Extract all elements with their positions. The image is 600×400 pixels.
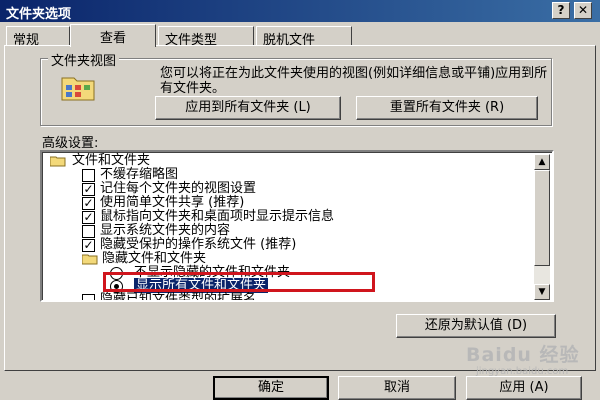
checkbox-no-thumbnail-cache[interactable]	[82, 169, 95, 182]
apply-button[interactable]: 应用 (A)	[466, 376, 582, 400]
checkbox-show-system-folders[interactable]	[82, 225, 95, 238]
reset-all-folders-button[interactable]: 重置所有文件夹 (R)	[356, 96, 538, 120]
window-title: 文件夹选项	[6, 7, 72, 22]
ok-button[interactable]: 确定	[213, 376, 329, 400]
tab-file-types[interactable]: 文件类型	[158, 26, 254, 48]
checkbox-remember-view[interactable]: ✓	[82, 183, 95, 196]
title-bar: 文件夹选项 ? ✕	[0, 0, 600, 22]
red-highlight-annotation	[103, 272, 375, 292]
list-item-label: 隐藏已知文件类型的扩展名	[100, 292, 257, 302]
restore-defaults-button[interactable]: 还原为默认值 (D)	[396, 314, 556, 338]
folder-views-legend: 文件夹视图	[48, 50, 120, 69]
scroll-thumb[interactable]	[534, 170, 550, 266]
checkbox-simple-sharing[interactable]: ✓	[82, 197, 95, 210]
checkbox-show-tooltips[interactable]: ✓	[82, 211, 95, 224]
cancel-button[interactable]: 取消	[338, 376, 456, 400]
list-item-label: 显示系统文件夹的内容	[100, 223, 231, 238]
tab-view[interactable]: 查看	[70, 24, 156, 47]
checkbox-hide-extensions[interactable]	[82, 294, 95, 300]
list-item-folder-files: 文件和文件夹	[72, 153, 151, 168]
folder-views-icon	[60, 70, 100, 104]
tab-offline-files[interactable]: 脱机文件	[256, 26, 352, 48]
scroll-up-icon[interactable]: ▲	[534, 154, 550, 170]
folder-views-description: 您可以将正在为此文件夹使用的视图(例如详细信息或平铺)应用到所有文件夹。	[160, 66, 548, 96]
list-item-label: 鼠标指向文件夹和桌面项时显示提示信息	[100, 209, 335, 224]
close-button[interactable]: ✕	[574, 2, 592, 19]
advanced-settings-label: 高级设置:	[42, 136, 99, 151]
apply-to-all-folders-button[interactable]: 应用到所有文件夹 (L)	[155, 96, 341, 120]
tab-general[interactable]: 常规	[6, 26, 70, 48]
baidu-watermark-logo: Baidu 经验	[466, 344, 580, 366]
list-item-folder-hidden: 隐藏文件和文件夹	[102, 251, 207, 266]
scroll-down-icon[interactable]: ▼	[534, 284, 550, 300]
checkbox-hide-protected-os-files[interactable]: ✓	[82, 239, 95, 252]
list-item-label: 隐藏受保护的操作系统文件 (推荐)	[100, 237, 297, 252]
help-button[interactable]: ?	[552, 2, 570, 19]
folder-icon	[49, 155, 66, 167]
list-item-label: 不缓存缩略图	[100, 167, 179, 182]
list-item-label: 使用简单文件共享 (推荐)	[100, 195, 245, 210]
folder-icon	[81, 253, 98, 265]
list-item-label: 记住每个文件夹的视图设置	[100, 181, 257, 196]
vertical-scrollbar[interactable]: ▲ ▼	[534, 154, 550, 300]
baidu-watermark-url: jingyan.baidu.com	[476, 366, 569, 377]
